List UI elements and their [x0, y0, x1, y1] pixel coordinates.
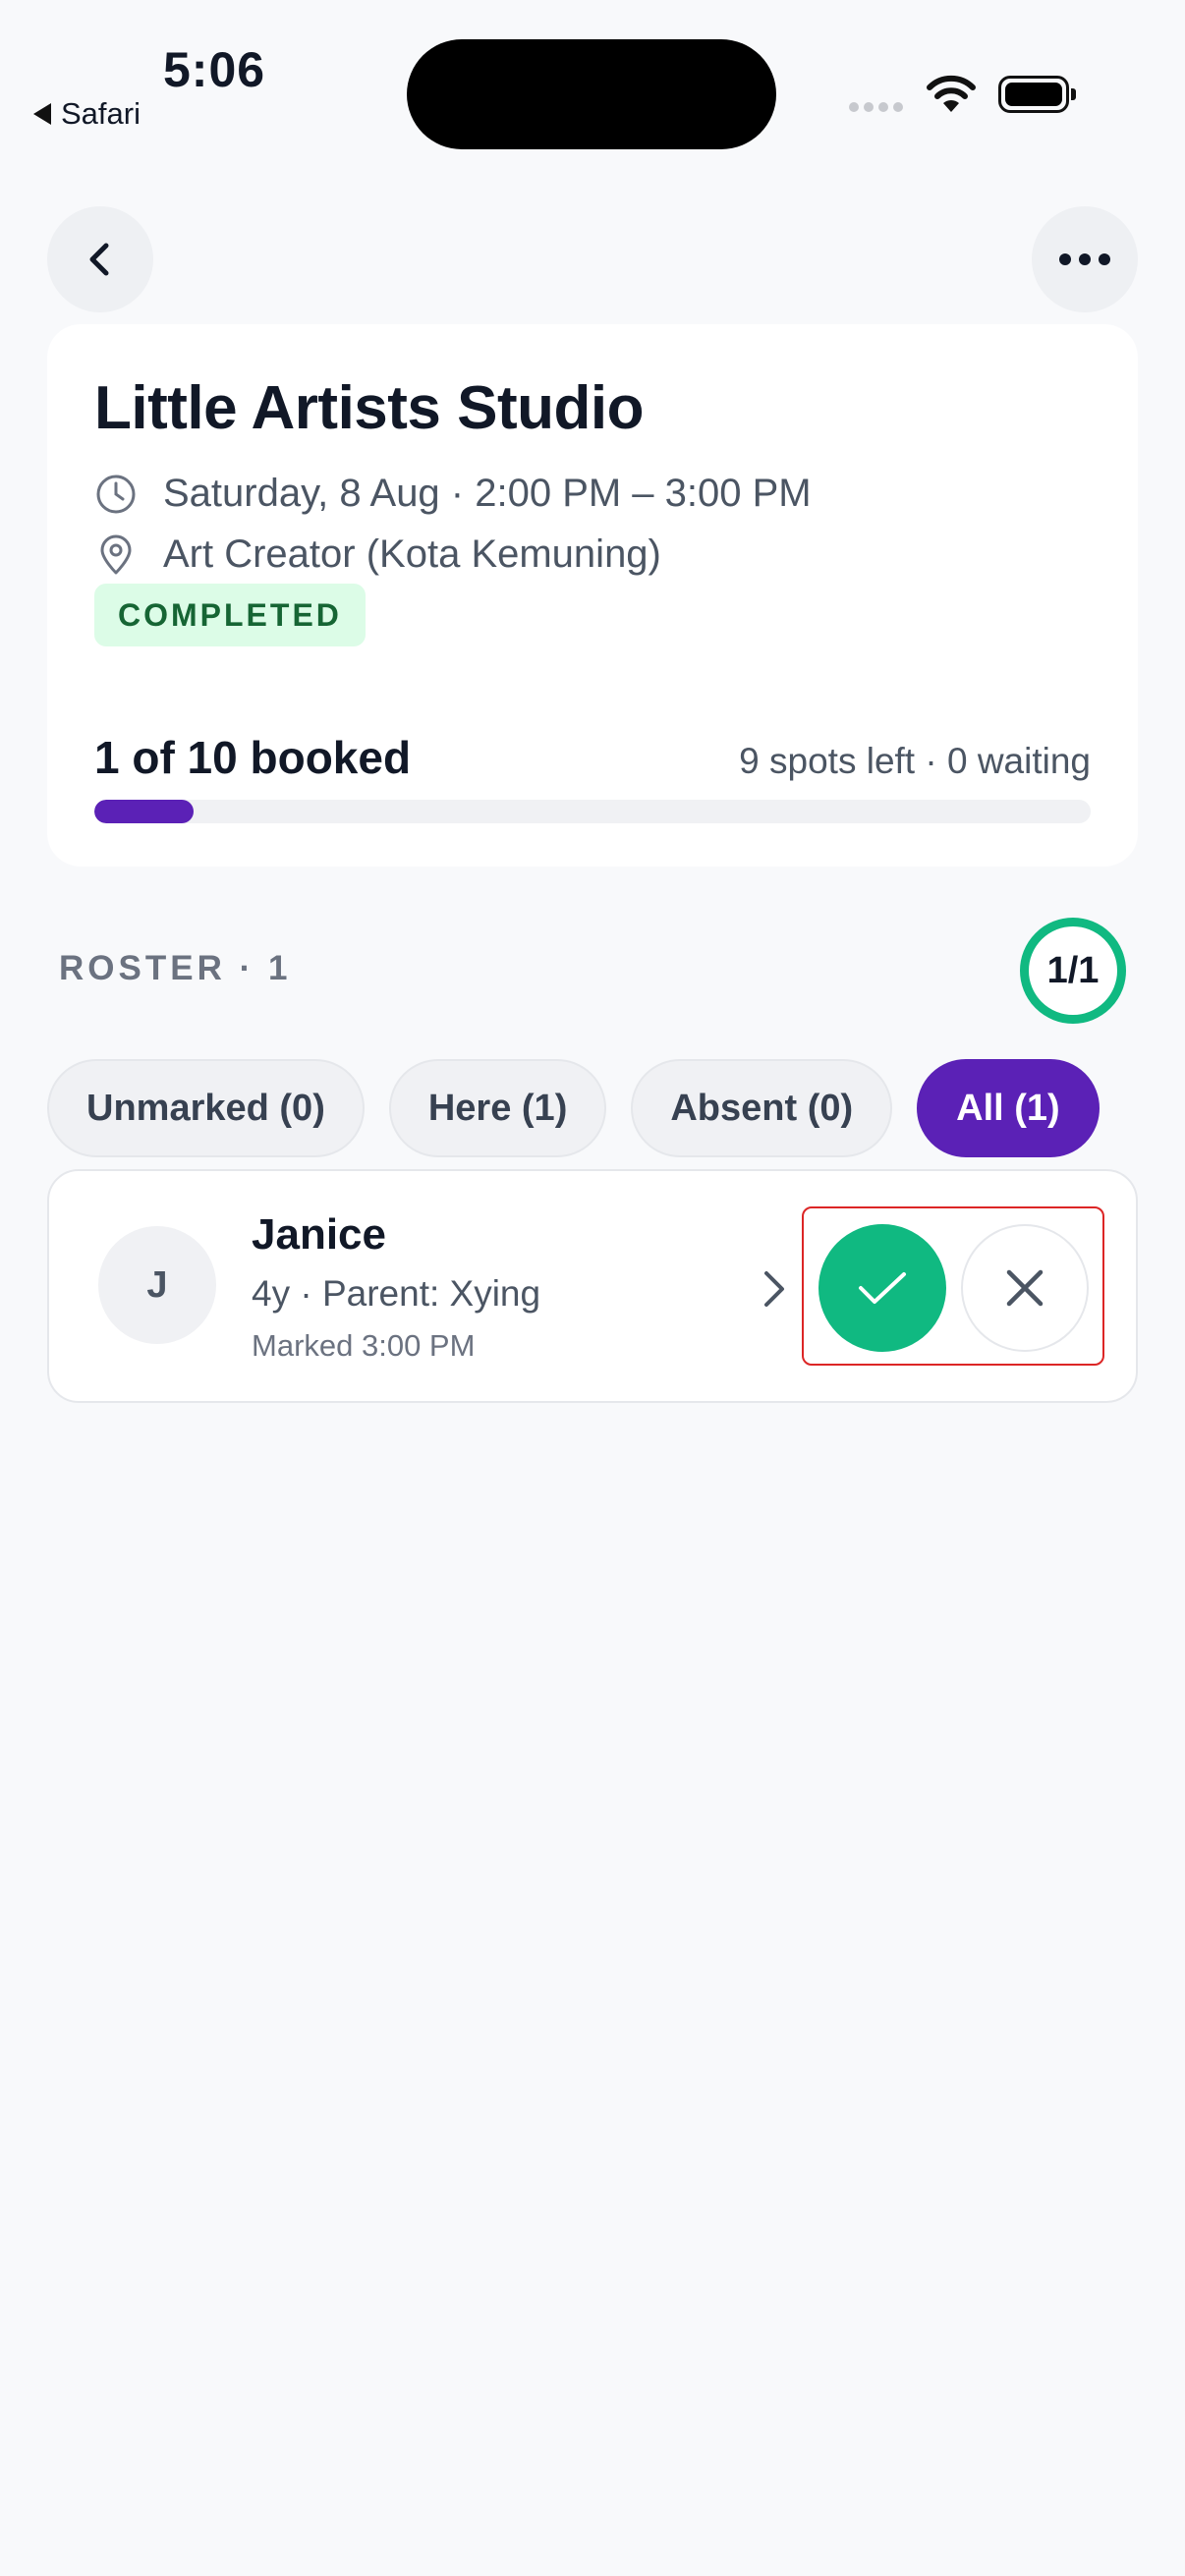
- back-button[interactable]: [47, 206, 153, 312]
- class-location: Art Creator (Kota Kemuning): [163, 532, 661, 576]
- battery-icon: [998, 76, 1076, 113]
- child-name: Janice: [252, 1210, 386, 1259]
- filter-absent[interactable]: Absent (0): [631, 1059, 893, 1157]
- back-triangle-icon: [33, 103, 51, 125]
- clock-icon: [96, 475, 136, 513]
- dynamic-island: [407, 39, 776, 149]
- class-datetime-row: Saturday, 8 Aug · 2:00 PM – 3:00 PM: [94, 472, 812, 516]
- class-datetime: Saturday, 8 Aug · 2:00 PM – 3:00 PM: [163, 472, 812, 515]
- filter-here[interactable]: Here (1): [388, 1059, 607, 1157]
- booked-count: 1 of 10 booked: [94, 732, 412, 783]
- status-bar: 5:06 Safari: [0, 0, 1185, 149]
- location-pin-icon: [100, 534, 132, 574]
- marked-time: Marked 3:00 PM: [252, 1328, 476, 1363]
- mark-absent-button[interactable]: [961, 1224, 1089, 1352]
- wifi-icon: [927, 75, 976, 112]
- booking-progress-bar: [94, 800, 1091, 823]
- roster-filter-tabs: Unmarked (0) Here (1) Absent (0) All (1): [47, 1059, 1100, 1157]
- class-summary-card: Little Artists Studio Saturday, 8 Aug · …: [47, 324, 1138, 867]
- avatar: J: [98, 1226, 216, 1344]
- more-options-button[interactable]: [1032, 206, 1138, 312]
- status-badge: COMPLETED: [94, 584, 366, 646]
- filter-all[interactable]: All (1): [917, 1059, 1100, 1157]
- chevron-right-icon[interactable]: [761, 1267, 788, 1311]
- cellular-signal-icon: [849, 102, 903, 112]
- roster-heading: ROSTER · 1: [59, 949, 292, 987]
- back-app-label: Safari: [61, 96, 141, 131]
- class-location-row: Art Creator (Kota Kemuning): [94, 532, 661, 577]
- status-time: 5:06: [163, 42, 266, 97]
- roster-list-item[interactable]: J Janice 4y · Parent: Xying Marked 3:00 …: [47, 1169, 1138, 1403]
- attendance-mark-controls: [802, 1206, 1104, 1366]
- mark-here-button[interactable]: [818, 1224, 946, 1352]
- chevron-left-icon: [89, 243, 109, 276]
- back-to-app-link[interactable]: Safari: [33, 96, 141, 132]
- spots-left: 9 spots left · 0 waiting: [739, 741, 1091, 781]
- class-title: Little Artists Studio: [94, 374, 644, 442]
- booking-progress-fill: [94, 800, 195, 823]
- child-meta: 4y · Parent: Xying: [252, 1273, 541, 1314]
- checkmark-icon: [859, 1272, 906, 1304]
- filter-unmarked[interactable]: Unmarked (0): [47, 1059, 365, 1157]
- ellipsis-icon: [1059, 253, 1110, 265]
- attendance-ring: 1/1: [1020, 918, 1126, 1024]
- close-icon: [1006, 1269, 1044, 1307]
